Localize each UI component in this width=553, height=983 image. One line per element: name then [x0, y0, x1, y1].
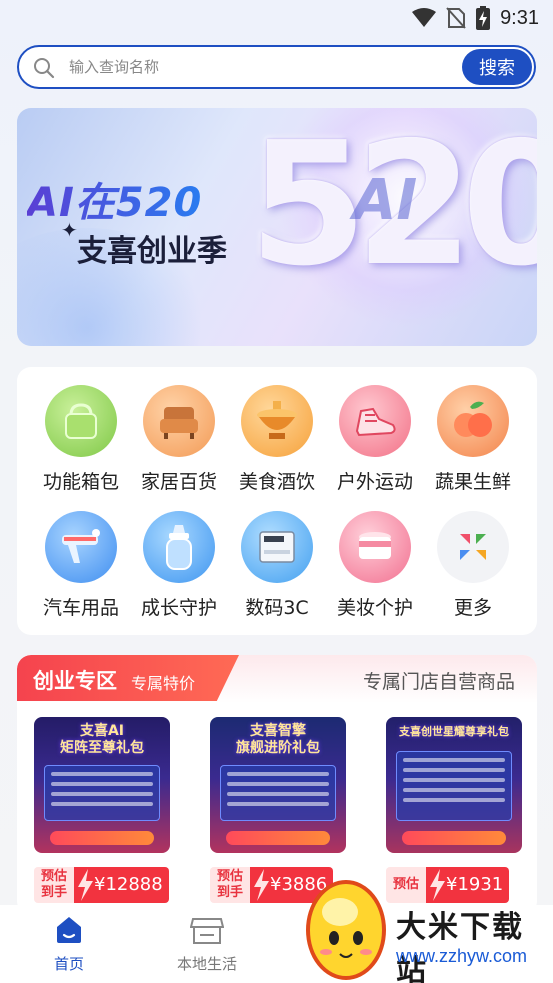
banner-subtitle: 支喜创业季: [77, 234, 227, 269]
category-item[interactable]: 美妆个护: [326, 511, 424, 620]
category-label: 数码3C: [245, 597, 309, 619]
sneaker-icon: [339, 385, 411, 457]
category-label: 更多: [453, 597, 492, 619]
nav-item-local-life[interactable]: 本地生活: [167, 915, 247, 974]
rice-mascot-icon: [306, 880, 386, 980]
watermark-text: 大米下载站: [396, 910, 524, 983]
category-item[interactable]: 蔬果生鲜: [424, 385, 522, 494]
category-label: 家居百货: [140, 471, 217, 493]
hotpot-icon: [241, 385, 313, 457]
zone-title: 创业专区: [33, 669, 117, 693]
category-item[interactable]: 家居百货: [130, 385, 228, 494]
banner-overlay-text: AI: [353, 168, 418, 233]
product-price: 预估 到手 ¥12888: [34, 867, 170, 903]
bolt-icon: [250, 867, 272, 903]
category-label: 美妆个护: [336, 597, 413, 619]
nav-label: 首页: [53, 955, 84, 973]
cream-jar-icon: [339, 511, 411, 583]
category-item[interactable]: 户外运动: [326, 385, 424, 494]
banner-title: AI在520: [27, 170, 202, 228]
printer-icon: [241, 511, 313, 583]
category-label: 成长守护: [140, 597, 217, 619]
category-item[interactable]: 美食酒饮: [228, 385, 326, 494]
search-icon: [34, 58, 55, 79]
search-input[interactable]: [69, 55, 469, 79]
zone-subtitle: 专属特价: [131, 674, 196, 693]
product-image: 支喜创世星耀尊享礼包: [386, 717, 522, 853]
product-title: 支喜AI: [79, 723, 125, 739]
no-sim-icon: [446, 7, 466, 29]
search-button[interactable]: 搜索: [462, 49, 532, 85]
wifi-icon: [412, 8, 437, 27]
category-label: 户外运动: [336, 471, 413, 493]
category-label: 美食酒饮: [238, 471, 315, 493]
category-label: 汽车用品: [42, 597, 119, 619]
sofa-icon: [143, 385, 215, 457]
battery-charging-icon: [476, 6, 491, 30]
product-image: 支喜AI 矩阵至尊礼包: [34, 717, 170, 853]
category-label: 蔬果生鲜: [434, 471, 511, 493]
product-title: 支喜创世星耀尊享礼包: [399, 725, 509, 738]
peach-icon: [437, 385, 509, 457]
home-icon: [57, 917, 81, 943]
zone-right-tab[interactable]: 专属门店自营商品: [363, 667, 515, 694]
status-bar: 9:31: [0, 0, 553, 38]
watermark-url: www.zzhyw.com: [396, 946, 528, 966]
category-item[interactable]: 功能箱包: [32, 385, 130, 494]
sparkle-icon: ✦: [61, 218, 78, 242]
price-value: ¥12888: [94, 867, 169, 903]
bolt-icon: [74, 867, 96, 903]
baby-bottle-icon: [143, 511, 215, 583]
nav-label: 本地生活: [176, 955, 237, 973]
car-wash-icon: [45, 511, 117, 583]
product-card[interactable]: 支喜创世星耀尊享礼包 预估 ¥1931: [386, 717, 522, 903]
status-time: 9:31: [500, 6, 539, 29]
product-title-line2: 旗舰进阶礼包: [236, 740, 320, 756]
category-item[interactable]: 汽车用品: [32, 511, 130, 620]
nav-item-home[interactable]: 首页: [29, 915, 109, 974]
watermark: 大米下载站 www.zzhyw.com: [300, 872, 553, 983]
category-item[interactable]: 成长守护: [130, 511, 228, 620]
category-label: 功能箱包: [42, 471, 119, 493]
category-item[interactable]: 数码3C: [228, 511, 326, 620]
promo-banner[interactable]: 520 AI AI在520 ✦ 支喜创业季: [17, 108, 537, 346]
category-grid: 功能箱包 家居百货 美食酒饮 户外运动 蔬果生鲜 汽车用品 成长守护 数码3C …: [17, 367, 537, 635]
category-item[interactable]: 更多: [424, 511, 522, 620]
bag-icon: [45, 385, 117, 457]
more-grid-icon: [437, 511, 509, 583]
product-image: 支喜智擎 旗舰进阶礼包: [210, 717, 346, 853]
product-card[interactable]: 支喜AI 矩阵至尊礼包 预估 到手 ¥12888: [34, 717, 170, 903]
search-bar[interactable]: 搜索: [17, 45, 536, 89]
product-card[interactable]: 支喜智擎 旗舰进阶礼包 预估 到手 ¥3886: [210, 717, 346, 903]
product-title: 支喜智擎: [250, 723, 306, 739]
product-title-line2: 矩阵至尊礼包: [60, 740, 144, 756]
store-icon: [189, 918, 225, 944]
